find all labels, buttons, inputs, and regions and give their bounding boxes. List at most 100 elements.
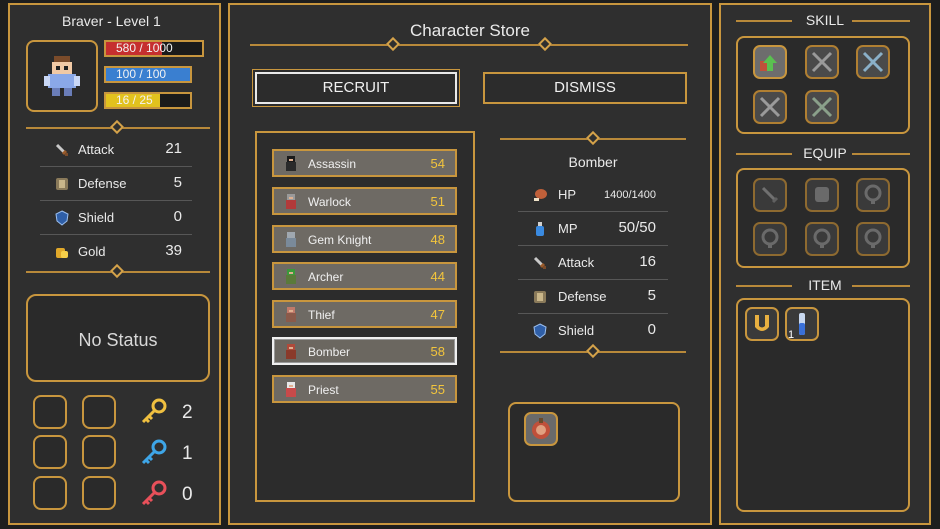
detail-value: 50/50: [618, 219, 656, 236]
hp-bar: 580 / 1000: [104, 40, 204, 57]
accessory-slot[interactable]: [82, 476, 116, 510]
item-count: 1: [788, 329, 795, 341]
armor-placeholder-icon: [815, 187, 829, 202]
equip-slot-accessory[interactable]: [856, 178, 890, 212]
list-item-assassin[interactable]: Assassin 54: [272, 149, 457, 177]
detail-row-defense: Defense 5: [518, 280, 668, 314]
skill-slot-active[interactable]: [753, 45, 787, 79]
equip-slot-accessory[interactable]: [805, 222, 839, 256]
hero-sprite-icon: [44, 56, 80, 96]
gold-key-icon: [141, 398, 167, 424]
recruit-button[interactable]: RECRUIT: [253, 70, 459, 106]
character-name: Thief: [308, 308, 335, 322]
stat-value: 21: [165, 140, 182, 157]
character-name: Warlock: [308, 195, 351, 209]
crossed-swords-icon: [759, 96, 781, 118]
list-item-thief[interactable]: Thief 47: [272, 300, 457, 328]
list-item-archer[interactable]: Archer 44: [272, 262, 457, 290]
red-key-icon: [141, 480, 167, 506]
detail-row-shield: Shield 0: [518, 314, 668, 348]
detail-label: Defense: [558, 289, 607, 304]
bomber-sprite-icon: [286, 344, 296, 359]
necklace-placeholder-icon: [761, 228, 779, 248]
crossed-swords-icon: [811, 96, 833, 118]
character-price: 44: [430, 269, 445, 284]
equip-slot-accessory[interactable]: [753, 222, 787, 256]
dismiss-button[interactable]: DISMISS: [483, 72, 687, 104]
accessory-slot[interactable]: [82, 435, 116, 469]
divider: [736, 153, 792, 155]
skill-slot-locked[interactable]: [805, 90, 839, 124]
equip-slot-accessory[interactable]: [856, 222, 890, 256]
thief-sprite-icon: [286, 307, 296, 322]
item-slot-vial[interactable]: 1: [785, 307, 819, 341]
gold-icon: [56, 248, 68, 258]
detail-label: Shield: [558, 323, 595, 338]
stat-row-attack: Attack 21: [40, 133, 192, 167]
divider: [736, 285, 792, 287]
list-item-warlock[interactable]: Warlock 51: [272, 187, 457, 215]
warlock-sprite-icon: [286, 194, 296, 209]
detail-name: Bomber: [568, 154, 618, 170]
potion-icon: [536, 222, 544, 236]
accessory-slot[interactable]: [33, 435, 67, 469]
detail-row-mp: MP 50/50: [518, 212, 668, 246]
stat-value: 39: [165, 242, 182, 259]
detail-row-attack: Attack 16: [518, 246, 668, 280]
stat-row-defense: Defense 5: [40, 167, 192, 201]
stat-label: Shield: [78, 210, 115, 225]
accessory-slot[interactable]: [82, 395, 116, 429]
accessory-slot[interactable]: [33, 476, 67, 510]
character-price: 48: [430, 232, 445, 247]
divider: [736, 20, 792, 22]
status-text: No Status: [78, 330, 158, 350]
sword-placeholder-icon: [761, 186, 779, 204]
character-skill-box: [508, 402, 680, 502]
sword-icon: [55, 143, 68, 156]
necklace-placeholder-icon: [813, 228, 831, 248]
necklace-placeholder-icon: [864, 228, 882, 248]
character-price: 51: [430, 194, 445, 209]
blue-key-count: 1: [182, 443, 193, 464]
skill-slot-locked[interactable]: [856, 45, 890, 79]
bomb-skill-icon: [532, 418, 550, 439]
stat-label: Gold: [78, 244, 106, 259]
necklace-placeholder-icon: [864, 184, 882, 204]
equip-slot-armor[interactable]: [805, 178, 839, 212]
sword-icon: [533, 256, 546, 269]
equip-slot-weapon[interactable]: [753, 178, 787, 212]
list-item-bomber[interactable]: Bomber 58: [272, 337, 457, 365]
meat-icon: [534, 189, 547, 201]
red-key-count: 0: [182, 484, 193, 505]
gold-key-count: 2: [182, 402, 193, 423]
archer-sprite-icon: [286, 269, 296, 284]
title-divider: [250, 44, 688, 46]
shield-icon: [533, 323, 547, 339]
skill-slot-locked[interactable]: [805, 45, 839, 79]
list-item-priest[interactable]: Priest 55: [272, 375, 457, 403]
accessory-slot[interactable]: [33, 395, 67, 429]
character-name: Archer: [308, 270, 344, 284]
detail-label: Attack: [558, 255, 595, 270]
crossed-swords-icon: [811, 51, 833, 73]
armor-icon: [56, 178, 68, 190]
mp-bar: 100 / 100: [104, 66, 192, 83]
stat-label: Attack: [78, 142, 115, 157]
list-item-gem-knight[interactable]: Gem Knight 48: [272, 225, 457, 253]
bomb-skill-slot[interactable]: [524, 412, 558, 446]
detail-row-hp: HP 1400/1400: [518, 178, 668, 212]
stat-value: 0: [173, 208, 182, 225]
power-up-skill-icon: [760, 55, 777, 71]
detail-label: MP: [558, 221, 578, 236]
item-slot-magnet[interactable]: [745, 307, 779, 341]
skill-slot-locked[interactable]: [753, 90, 787, 124]
shield-icon: [55, 210, 69, 226]
character-price: 55: [430, 382, 445, 397]
gem-knight-sprite-icon: [286, 232, 296, 247]
stat-label: Defense: [78, 176, 127, 191]
character-name: Assassin: [308, 157, 357, 171]
priest-sprite-icon: [286, 382, 296, 397]
character-price: 47: [430, 307, 445, 322]
blue-key-icon: [141, 439, 167, 465]
stat-row-shield: Shield 0: [40, 201, 192, 235]
